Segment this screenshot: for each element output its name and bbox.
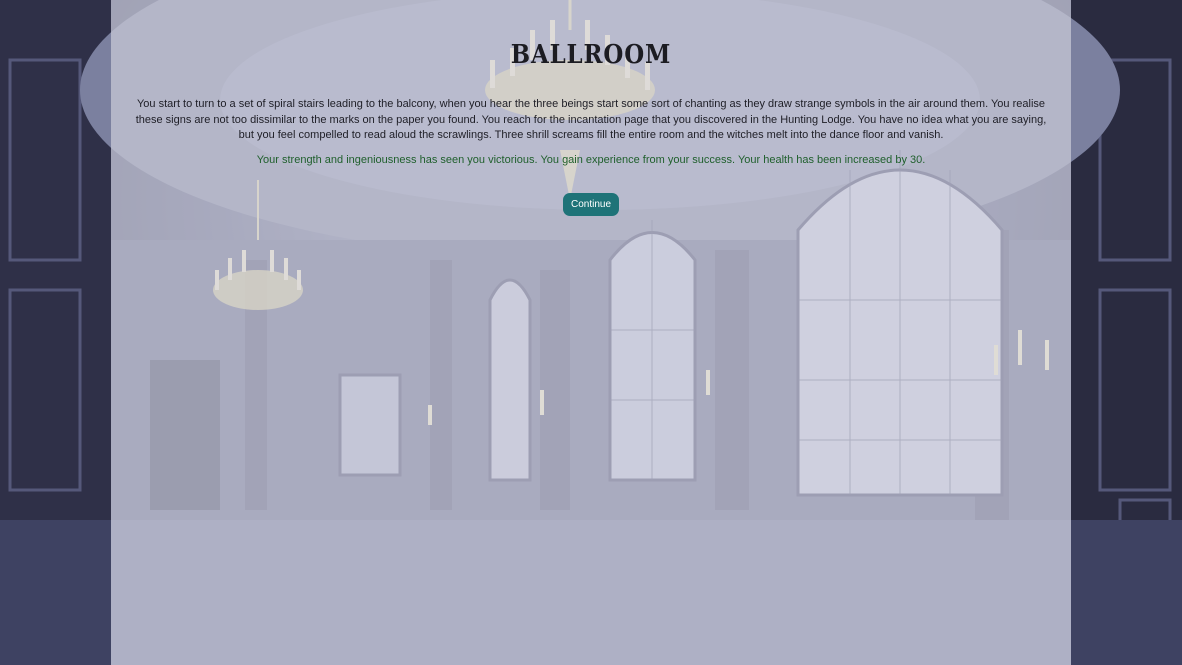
outcome-message: Your strength and ingeniousness has seen… [256, 154, 926, 166]
narration-text: You start to turn to a set of spiral sta… [135, 98, 1047, 141]
continue-button[interactable]: Continue [563, 193, 619, 216]
story-panel: BALLROOM You start to turn to a set of s… [111, 0, 1071, 665]
room-title: BALLROOM [510, 40, 672, 70]
